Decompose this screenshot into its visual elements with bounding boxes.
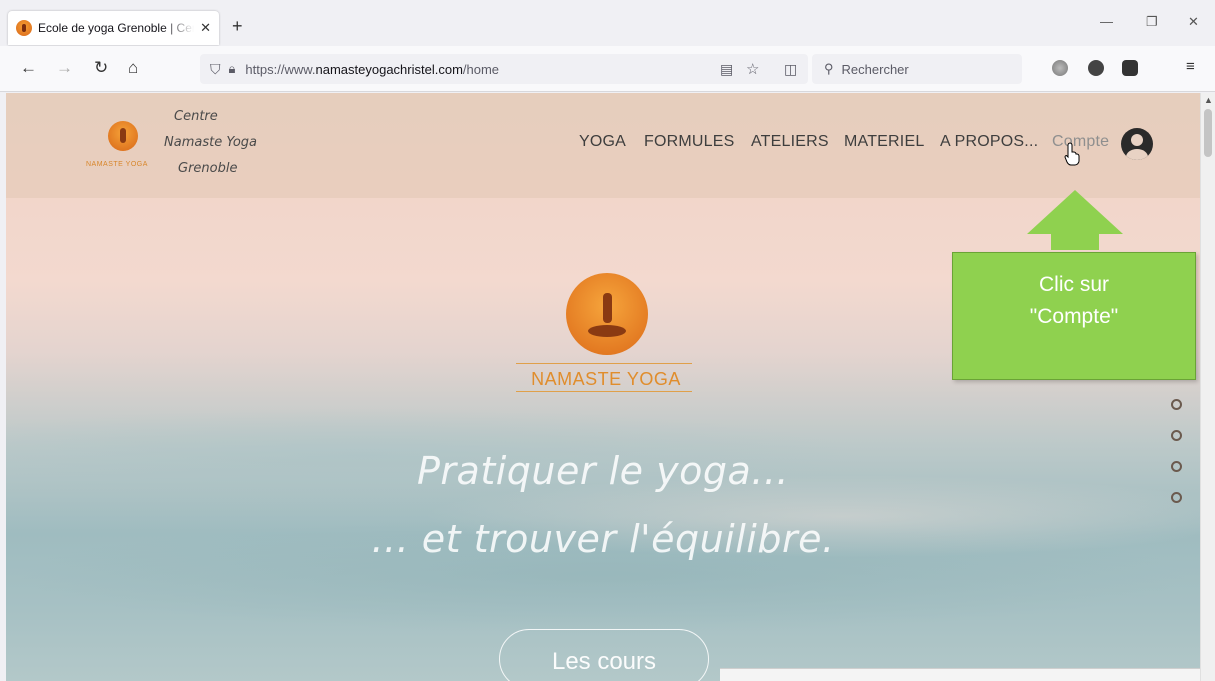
menu-item-ateliers[interactable]: ATELIERS [751, 133, 829, 151]
site-name-line1: Centre [174, 109, 218, 124]
lock-icon[interactable]: 🔒︎ [229, 61, 236, 77]
annotation-line1: Clic sur [1038, 273, 1109, 296]
extension-icon[interactable] [1088, 60, 1104, 76]
hero-slogan-line2: ... et trouver l'équilibre. [371, 517, 835, 561]
home-icon[interactable]: ⌂ [128, 58, 138, 78]
hero-slogan-line1: Pratiquer le yoga... [417, 449, 789, 493]
menu-item-materiel[interactable]: MATERIEL [844, 133, 924, 151]
site-name-line2: Namaste Yoga [164, 135, 258, 150]
slide-dot-1[interactable] [1171, 399, 1182, 410]
close-window-icon[interactable]: ✕ [1188, 14, 1199, 30]
meditation-logo-icon [108, 121, 138, 151]
page-viewport: NAMASTE YOGA Centre Namaste Yoga Grenobl… [6, 93, 1200, 681]
browser-tab-active[interactable]: Ecole de yoga Grenoble | Centre Namaste … [8, 11, 219, 45]
pocket-icon[interactable]: ◫ [784, 61, 797, 78]
menu-item-formules[interactable]: FORMULES [644, 133, 735, 151]
annotation-callout: Clic sur "Compte" [952, 252, 1196, 380]
url-text: https://www.namasteyogachristel.com/home [245, 62, 499, 77]
slide-dot-3[interactable] [1171, 461, 1182, 472]
hero-logo-divider [516, 391, 692, 392]
search-icon: ⚲ [824, 61, 834, 76]
annotation-line2: "Compte" [1029, 304, 1119, 328]
slide-dot-4[interactable] [1171, 492, 1182, 503]
site-favicon-icon [16, 20, 32, 36]
menu-item-compte[interactable]: Compte [1052, 133, 1109, 151]
hero-logo-divider [516, 363, 692, 364]
callout-arrow-icon [1027, 190, 1123, 250]
tracking-shield-icon[interactable]: ⛉ [210, 61, 221, 78]
hero-brand-text: NAMASTE YOGA [531, 369, 681, 389]
tab-bar: Ecole de yoga Grenoble | Centre Namaste … [0, 0, 1215, 46]
reload-icon[interactable]: ↻ [94, 58, 108, 78]
url-prefix: https://www. [245, 61, 316, 77]
extension-icon[interactable] [1122, 60, 1138, 76]
tab-title: Ecole de yoga Grenoble | Centre Namaste … [38, 21, 194, 35]
close-tab-icon[interactable]: ✕ [200, 20, 211, 36]
slide-dot-2[interactable] [1171, 430, 1182, 441]
forward-icon[interactable]: → [56, 58, 73, 78]
url-path: /home [462, 61, 500, 77]
scroll-up-icon[interactable]: ▲ [1204, 95, 1213, 105]
minimize-icon[interactable]: — [1100, 14, 1113, 29]
hero-meditation-logo-icon [566, 273, 648, 355]
extension-icon[interactable] [1052, 60, 1068, 76]
hamburger-menu-icon[interactable]: ≡ [1186, 58, 1195, 75]
scrollbar-thumb[interactable] [1204, 109, 1212, 157]
hand-cursor-icon [1064, 142, 1080, 166]
page-scrollbar[interactable]: ▲ [1200, 93, 1215, 681]
new-tab-icon[interactable]: + [232, 16, 243, 37]
logo-text: NAMASTE YOGA [86, 161, 148, 168]
menu-item-yoga[interactable]: YOGA [579, 133, 626, 151]
url-domain: namasteyogachristel.com [315, 61, 463, 77]
cta-label: Les cours [551, 648, 657, 675]
bookmark-star-icon[interactable]: ☆ [746, 60, 759, 78]
menu-item-a-propos[interactable]: A PROPOS... [940, 133, 1038, 151]
search-bar[interactable]: ⚲ Rechercher [812, 54, 1022, 84]
url-bar[interactable]: ⛉ 🔒︎ https://www.namasteyogachristel.com… [200, 54, 808, 84]
navigation-toolbar: ← → ↻ ⌂ ⛉ 🔒︎ https://www.namasteyogachri… [0, 46, 1215, 92]
site-header: NAMASTE YOGA Centre Namaste Yoga Grenobl… [6, 93, 1200, 198]
les-cours-button[interactable]: Les cours [499, 629, 709, 681]
search-placeholder: Rechercher [841, 61, 909, 77]
site-name-line3: Grenoble [178, 161, 238, 176]
bottom-popup-bar [720, 668, 1200, 681]
restore-icon[interactable]: ❐ [1146, 14, 1158, 30]
site-logo[interactable]: NAMASTE YOGA [86, 121, 156, 181]
reader-view-icon[interactable]: ▤ [720, 61, 733, 78]
account-avatar-icon[interactable] [1121, 128, 1153, 160]
back-icon[interactable]: ← [20, 58, 37, 78]
